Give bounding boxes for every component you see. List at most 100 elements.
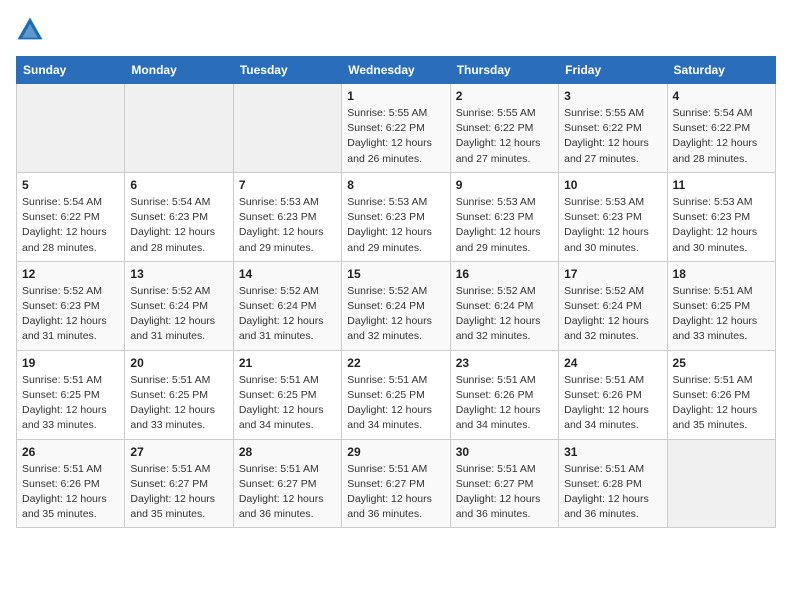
day-info: Sunrise: 5:52 AMSunset: 6:24 PMDaylight:…: [239, 284, 336, 345]
weekday-header-row: SundayMondayTuesdayWednesdayThursdayFrid…: [17, 57, 776, 84]
weekday-header-cell: Saturday: [667, 57, 775, 84]
calendar-cell: 15Sunrise: 5:52 AMSunset: 6:24 PMDayligh…: [342, 261, 450, 350]
weekday-header-cell: Sunday: [17, 57, 125, 84]
day-number: 8: [347, 178, 444, 192]
day-number: 17: [564, 267, 661, 281]
calendar-cell: 26 Sunrise: 5:51 AMSunset: 6:26 PMDayligh…: [17, 439, 125, 528]
calendar-cell: 14 Sunrise: 5:52 AMSunset: 6:24 PMDayligh…: [233, 261, 341, 350]
day-number: 13: [130, 267, 227, 281]
calendar-cell: 23Sunrise: 5:51 AMSunset: 6:26 PMDayligh…: [450, 350, 558, 439]
day-info: Sunrise: 5:51 AMSunset: 6:25 PMDaylight:…: [130, 373, 227, 434]
day-info: Sunrise: 5:51 AMSunset: 6:25 PMDaylight:…: [239, 373, 336, 434]
weekday-header-cell: Monday: [125, 57, 233, 84]
day-info: Sunrise: 5:51 AMSunset: 6:25 PMDaylight:…: [673, 284, 770, 345]
day-info: Sunrise: 5:53 AMSunset: 6:23 PMDaylight:…: [673, 195, 770, 256]
day-info: Sunrise: 5:51 AMSunset: 6:25 PMDaylight:…: [22, 373, 119, 434]
day-info: Sunrise: 5:51 AMSunset: 6:26 PMDaylight:…: [564, 373, 661, 434]
day-info: Sunrise: 5:53 AMSunset: 6:23 PMDaylight:…: [456, 195, 553, 256]
day-number: 1: [347, 89, 444, 103]
day-info: Sunrise: 5:52 AMSunset: 6:24 PMDaylight:…: [564, 284, 661, 345]
day-number: 24: [564, 356, 661, 370]
day-info: Sunrise: 5:53 AMSunset: 6:23 PMDaylight:…: [239, 195, 336, 256]
day-info: Sunrise: 5:52 AMSunset: 6:24 PMDaylight:…: [130, 284, 227, 345]
day-number: 28: [239, 445, 336, 459]
logo: [16, 16, 48, 44]
day-info: Sunrise: 5:51 AMSunset: 6:27 PMDaylight:…: [130, 462, 227, 523]
day-number: 25: [673, 356, 770, 370]
day-info: Sunrise: 5:53 AMSunset: 6:23 PMDaylight:…: [347, 195, 444, 256]
day-info: Sunrise: 5:52 AMSunset: 6:23 PMDaylight:…: [22, 284, 119, 345]
calendar-cell: 27 Sunrise: 5:51 AMSunset: 6:27 PMDayligh…: [125, 439, 233, 528]
calendar-cell: [667, 439, 775, 528]
day-info: Sunrise: 5:51 AMSunset: 6:28 PMDaylight:…: [564, 462, 661, 523]
calendar-cell: 5Sunrise: 5:54 AMSunset: 6:22 PMDaylight…: [17, 172, 125, 261]
calendar-body: 1 Sunrise: 5:55 AMSunset: 6:22 PMDaylight…: [17, 84, 776, 528]
calendar-week-row: 12 Sunrise: 5:52 AMSunset: 6:23 PMDayligh…: [17, 261, 776, 350]
calendar-week-row: 19Sunrise: 5:51 AMSunset: 6:25 PMDayligh…: [17, 350, 776, 439]
calendar-week-row: 26 Sunrise: 5:51 AMSunset: 6:26 PMDayligh…: [17, 439, 776, 528]
calendar-cell: 8 Sunrise: 5:53 AMSunset: 6:23 PMDaylight…: [342, 172, 450, 261]
day-number: 20: [130, 356, 227, 370]
generalblue-logo-icon: [16, 16, 44, 44]
day-info: Sunrise: 5:54 AMSunset: 6:23 PMDaylight:…: [130, 195, 227, 256]
day-number: 15: [347, 267, 444, 281]
calendar-cell: [17, 84, 125, 173]
calendar-cell: 16 Sunrise: 5:52 AMSunset: 6:24 PMDayligh…: [450, 261, 558, 350]
day-info: Sunrise: 5:51 AMSunset: 6:25 PMDaylight:…: [347, 373, 444, 434]
calendar-cell: 28 Sunrise: 5:51 AMSunset: 6:27 PMDayligh…: [233, 439, 341, 528]
calendar-cell: 12 Sunrise: 5:52 AMSunset: 6:23 PMDayligh…: [17, 261, 125, 350]
day-number: 3: [564, 89, 661, 103]
calendar-cell: 18 Sunrise: 5:51 AMSunset: 6:25 PMDayligh…: [667, 261, 775, 350]
calendar-cell: 11 Sunrise: 5:53 AMSunset: 6:23 PMDayligh…: [667, 172, 775, 261]
calendar-cell: 20 Sunrise: 5:51 AMSunset: 6:25 PMDayligh…: [125, 350, 233, 439]
day-info: Sunrise: 5:51 AMSunset: 6:26 PMDaylight:…: [22, 462, 119, 523]
calendar-cell: 1 Sunrise: 5:55 AMSunset: 6:22 PMDaylight…: [342, 84, 450, 173]
day-number: 22: [347, 356, 444, 370]
day-info: Sunrise: 5:55 AMSunset: 6:22 PMDaylight:…: [456, 106, 553, 167]
calendar-cell: 24 Sunrise: 5:51 AMSunset: 6:26 PMDayligh…: [559, 350, 667, 439]
day-number: 2: [456, 89, 553, 103]
day-number: 5: [22, 178, 119, 192]
day-number: 6: [130, 178, 227, 192]
weekday-header-cell: Wednesday: [342, 57, 450, 84]
day-info: Sunrise: 5:53 AMSunset: 6:23 PMDaylight:…: [564, 195, 661, 256]
day-number: 27: [130, 445, 227, 459]
calendar-table: SundayMondayTuesdayWednesdayThursdayFrid…: [16, 56, 776, 528]
weekday-header-cell: Friday: [559, 57, 667, 84]
weekday-header-cell: Tuesday: [233, 57, 341, 84]
calendar-cell: 9Sunrise: 5:53 AMSunset: 6:23 PMDaylight…: [450, 172, 558, 261]
day-number: 12: [22, 267, 119, 281]
day-number: 7: [239, 178, 336, 192]
day-info: Sunrise: 5:55 AMSunset: 6:22 PMDaylight:…: [564, 106, 661, 167]
day-number: 21: [239, 356, 336, 370]
day-number: 11: [673, 178, 770, 192]
calendar-cell: 7 Sunrise: 5:53 AMSunset: 6:23 PMDaylight…: [233, 172, 341, 261]
day-info: Sunrise: 5:51 AMSunset: 6:27 PMDaylight:…: [347, 462, 444, 523]
calendar-cell: [125, 84, 233, 173]
day-number: 14: [239, 267, 336, 281]
calendar-cell: 19Sunrise: 5:51 AMSunset: 6:25 PMDayligh…: [17, 350, 125, 439]
calendar-cell: 10Sunrise: 5:53 AMSunset: 6:23 PMDayligh…: [559, 172, 667, 261]
calendar-cell: 13 Sunrise: 5:52 AMSunset: 6:24 PMDayligh…: [125, 261, 233, 350]
day-number: 29: [347, 445, 444, 459]
day-number: 23: [456, 356, 553, 370]
day-info: Sunrise: 5:55 AMSunset: 6:22 PMDaylight:…: [347, 106, 444, 167]
day-info: Sunrise: 5:51 AMSunset: 6:27 PMDaylight:…: [239, 462, 336, 523]
calendar-cell: [233, 84, 341, 173]
calendar-cell: 2 Sunrise: 5:55 AMSunset: 6:22 PMDaylight…: [450, 84, 558, 173]
day-number: 18: [673, 267, 770, 281]
day-number: 16: [456, 267, 553, 281]
weekday-header-cell: Thursday: [450, 57, 558, 84]
calendar-cell: 29 Sunrise: 5:51 AMSunset: 6:27 PMDayligh…: [342, 439, 450, 528]
page-header: [16, 16, 776, 44]
calendar-cell: 4Sunrise: 5:54 AMSunset: 6:22 PMDaylight…: [667, 84, 775, 173]
calendar-cell: 25Sunrise: 5:51 AMSunset: 6:26 PMDayligh…: [667, 350, 775, 439]
day-info: Sunrise: 5:52 AMSunset: 6:24 PMDaylight:…: [456, 284, 553, 345]
calendar-week-row: 1 Sunrise: 5:55 AMSunset: 6:22 PMDaylight…: [17, 84, 776, 173]
calendar-cell: 30Sunrise: 5:51 AMSunset: 6:27 PMDayligh…: [450, 439, 558, 528]
day-number: 26: [22, 445, 119, 459]
calendar-cell: 31Sunrise: 5:51 AMSunset: 6:28 PMDayligh…: [559, 439, 667, 528]
calendar-week-row: 5Sunrise: 5:54 AMSunset: 6:22 PMDaylight…: [17, 172, 776, 261]
calendar-cell: 21 Sunrise: 5:51 AMSunset: 6:25 PMDayligh…: [233, 350, 341, 439]
calendar-cell: 3 Sunrise: 5:55 AMSunset: 6:22 PMDaylight…: [559, 84, 667, 173]
